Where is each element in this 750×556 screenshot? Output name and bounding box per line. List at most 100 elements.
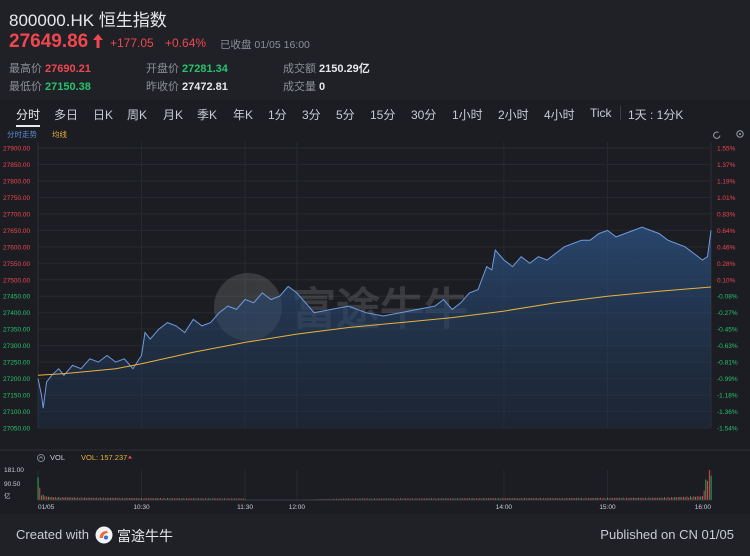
tab-2hour[interactable]: 2小时 [498, 106, 529, 126]
volume-bar [686, 496, 688, 500]
tab-quarterly-k[interactable]: 季K [197, 106, 217, 126]
price-tick-label: 27700.00 [3, 211, 30, 218]
pct-tick-label: -0.99% [717, 376, 738, 383]
price-tick-label: 27650.00 [3, 228, 30, 235]
avg-legend: 均线 [52, 129, 67, 139]
volume-bar [41, 495, 42, 500]
price-tick-label: 27300.00 [3, 343, 30, 350]
price-tick-label: 27600.00 [3, 244, 30, 251]
volume-tick-label: 亿 [4, 491, 11, 500]
price-tick-label: 27450.00 [3, 294, 30, 301]
created-with-text: Created with [16, 527, 89, 542]
volume-bar [703, 490, 705, 500]
pct-tick-label: 1.01% [717, 195, 736, 202]
stat-volume: 成交量 0 [283, 81, 326, 93]
price-tick-label: 27100.00 [3, 409, 30, 416]
volume-bar [708, 470, 710, 500]
time-tick-label: 12:00 [289, 504, 306, 511]
pct-tick-label: 1.37% [717, 162, 736, 169]
price-tick-label: 27050.00 [3, 426, 30, 433]
stat-open: 开盘价 27281.34 [146, 63, 228, 75]
brand-name: 富途牛牛 [117, 528, 173, 544]
volume-bar [696, 496, 698, 500]
volume-bar [707, 480, 709, 500]
volume-bar [701, 496, 703, 500]
tab-weekly-k[interactable]: 周K [127, 106, 147, 126]
pct-tick-label: -1.54% [717, 426, 738, 433]
tab-30min[interactable]: 30分 [411, 106, 436, 126]
tab-4hour[interactable]: 4小时 [544, 106, 575, 126]
tab-multiday[interactable]: 多日 [54, 106, 78, 126]
volume-bar [39, 487, 41, 500]
tab-1day-1min-k[interactable]: 1天 : 1分K [628, 106, 683, 126]
price-tick-label: 27200.00 [3, 376, 30, 383]
tab-1min[interactable]: 1分 [268, 106, 287, 126]
tab-15min[interactable]: 15分 [370, 106, 395, 126]
pct-tick-label: -0.08% [717, 294, 738, 301]
published-text: Published on CN 01/05 [600, 527, 734, 542]
price-tick-label: 27350.00 [3, 327, 30, 334]
volume-bar [705, 479, 707, 500]
volume-bar [700, 496, 702, 500]
price-tick-label: 27250.00 [3, 360, 30, 367]
price-tick-label: 27400.00 [3, 310, 30, 317]
time-tick-label: 16:00 [695, 504, 712, 511]
volume-tick-label: 181.00 [4, 467, 24, 474]
tab-yearly-k[interactable]: 年K [233, 106, 253, 126]
volume-bar [689, 496, 691, 500]
stat-prev-close: 昨收价 27472.81 [146, 81, 228, 93]
pct-tick-label: -0.63% [717, 343, 738, 350]
price-tick-label: 27500.00 [3, 277, 30, 284]
timeframe-tabs: 分时 多日 日K 周K 月K 季K 年K 1分 3分 5分 15分 30分 1小… [0, 102, 750, 128]
price-tick-label: 27800.00 [3, 178, 30, 185]
volume-label: VOL [50, 453, 65, 462]
stat-low: 最低价 27150.38 [9, 81, 91, 93]
price-tick-label: 27550.00 [3, 261, 30, 268]
market-status: 已收盘 01/05 16:00 [220, 39, 310, 51]
pct-tick-label: -0.27% [717, 310, 738, 317]
pct-tick-label: 0.64% [717, 228, 736, 235]
time-tick-label: 11:30 [237, 504, 253, 511]
tab-intraday[interactable]: 分时 [16, 106, 41, 127]
pct-tick-label: -1.36% [717, 409, 738, 416]
pct-tick-label: -0.81% [717, 360, 738, 367]
volume-tick-label: 90.50 [4, 481, 21, 488]
pct-tick-label: 0.28% [717, 261, 736, 268]
pct-tick-label: -1.18% [717, 393, 738, 400]
last-price: 27649.86 [9, 31, 89, 52]
symbol-title: 800000.HK 恒生指数 [9, 11, 167, 30]
tab-monthly-k[interactable]: 月K [163, 106, 183, 126]
tab-1hour[interactable]: 1小时 [452, 106, 483, 126]
time-tick-label: 15:00 [599, 504, 616, 511]
futu-logo-icon [95, 526, 113, 544]
time-tick-label: 14:00 [496, 504, 513, 511]
time-tick-label: 01/05 [38, 504, 55, 511]
pct-tick-label: 0.83% [717, 211, 736, 218]
volume-bar [46, 496, 48, 500]
pct-tick-label: 0.46% [717, 244, 736, 251]
up-arrow-icon [93, 34, 103, 48]
tab-tick[interactable]: Tick [590, 106, 612, 126]
pct-tick-label: 1.19% [717, 178, 736, 185]
tab-3min[interactable]: 3分 [302, 106, 321, 126]
price-change: +177.05 [110, 36, 154, 50]
pct-tick-label: 1.55% [717, 146, 736, 153]
price-tick-label: 27850.00 [3, 162, 30, 169]
price-tick-label: 27900.00 [3, 146, 30, 153]
pct-tick-label: 0.10% [717, 277, 736, 284]
volume-bar [42, 494, 44, 500]
price-tick-label: 27750.00 [3, 195, 30, 202]
stat-high: 最高价 27690.21 [9, 63, 91, 75]
volume-value: VOL: 157.237 [81, 453, 127, 462]
tab-5min[interactable]: 5分 [336, 106, 355, 126]
tab-divider [620, 106, 621, 120]
mode-legend: 分时走势 [7, 129, 37, 139]
stat-turnover: 成交额 2150.29亿 [283, 63, 370, 75]
quote-header: 800000.HK 恒生指数 27649.86 +177.05 +0.64% 已… [0, 0, 750, 100]
footer: Created with 富途牛牛 Published on CN 01/05 [0, 514, 750, 556]
volume-bar [44, 496, 46, 500]
tab-daily-k[interactable]: 日K [93, 106, 113, 126]
price-change-pct: +0.64% [165, 36, 207, 50]
intraday-chart[interactable]: 富途牛牛 27900.0027850.0027800.0027750.00277… [0, 128, 750, 514]
volume-bar [693, 496, 695, 500]
